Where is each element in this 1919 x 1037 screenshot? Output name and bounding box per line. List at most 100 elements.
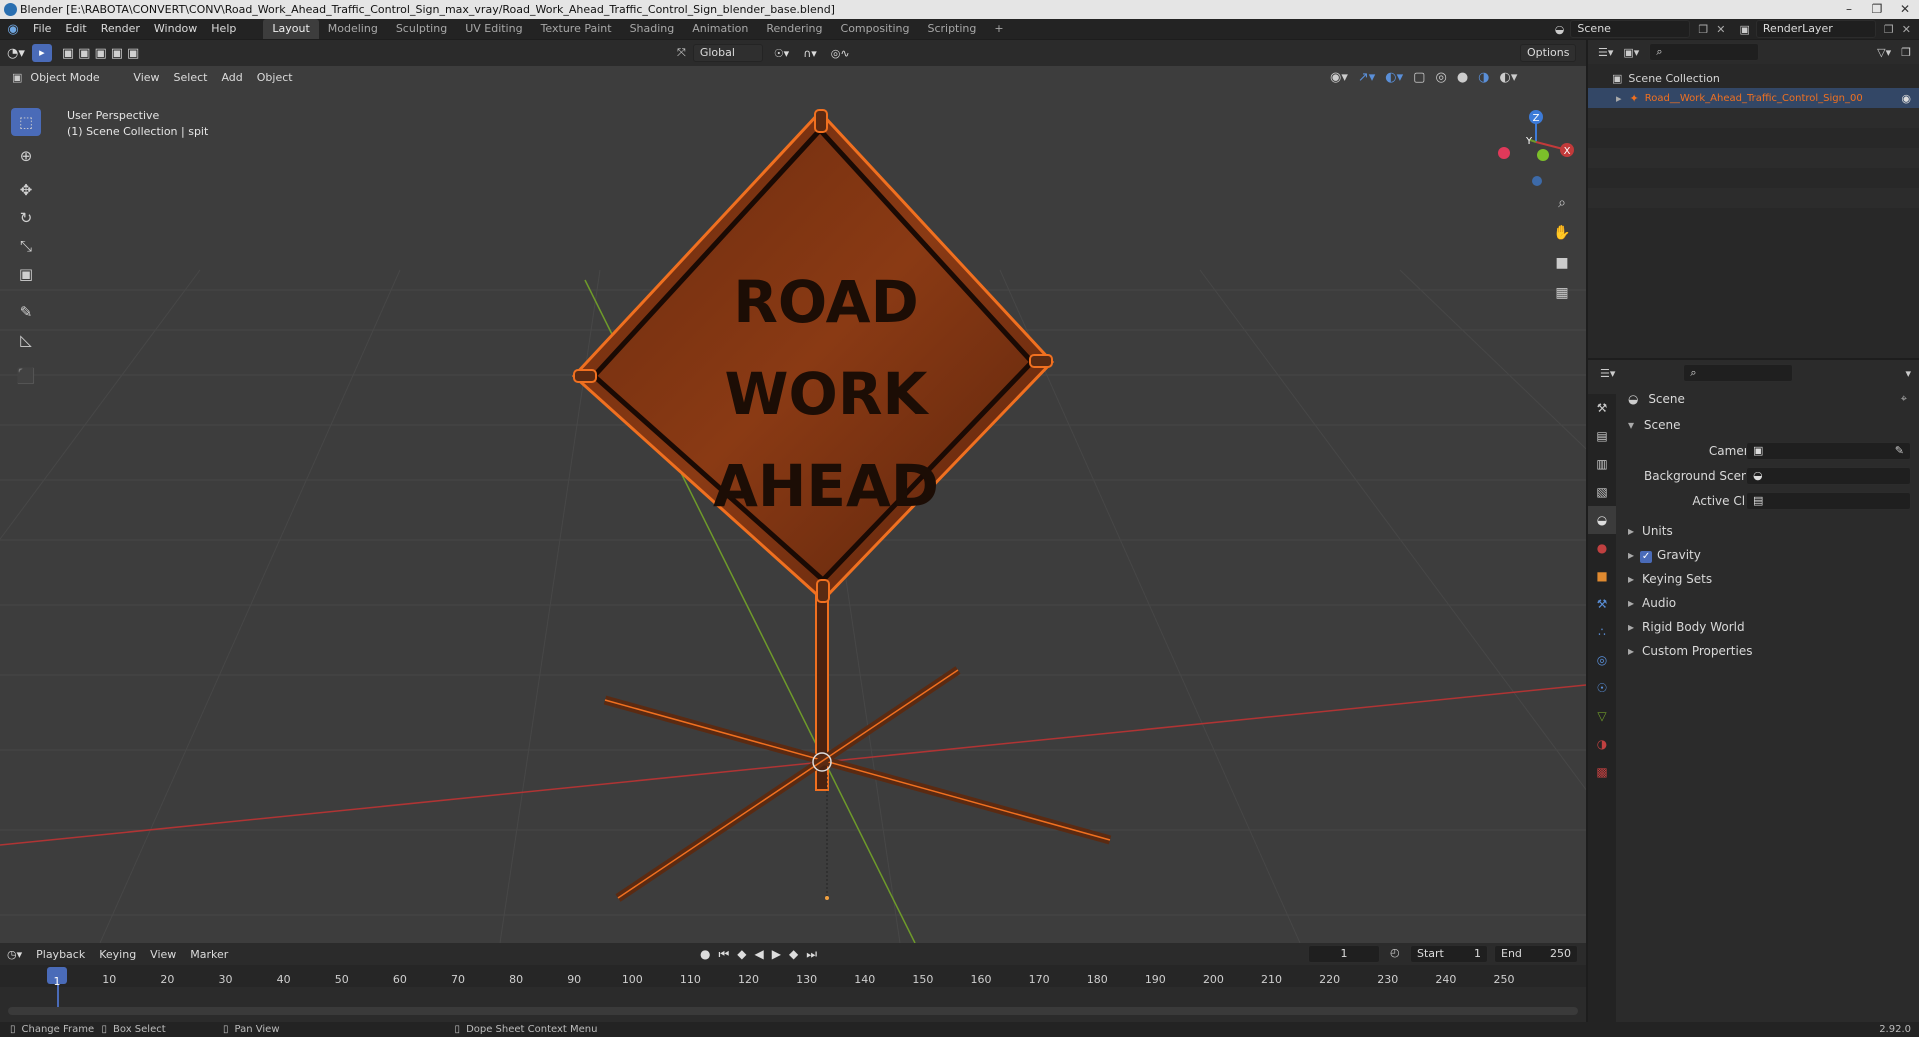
properties-editor-type-icon[interactable]: ☰▾	[1600, 367, 1615, 380]
audio-panel-header[interactable]: ▸ Audio	[1628, 592, 1676, 614]
orientation-icon[interactable]: ⤧	[670, 46, 693, 60]
camera-field[interactable]: ▣ ✎	[1746, 442, 1911, 460]
timer-icon[interactable]: ◴	[1390, 946, 1400, 959]
tool-tab-icon[interactable]: ⚒	[1588, 394, 1616, 422]
material-shading-icon[interactable]: ◑	[1478, 70, 1489, 85]
tab-layout[interactable]: Layout	[263, 19, 319, 39]
object-tab-icon[interactable]: ■	[1588, 562, 1616, 590]
background-scene-field[interactable]: ◒	[1746, 467, 1911, 485]
active-clip-field[interactable]: ▤	[1746, 492, 1911, 510]
editor-type-icon[interactable]: ◔▾	[0, 46, 32, 61]
solid-shading-icon[interactable]: ●	[1457, 70, 1468, 85]
maximize-button[interactable]: ❐	[1863, 0, 1891, 19]
outliner-editor-type-icon[interactable]: ☰▾	[1598, 46, 1613, 59]
overlay-toggle-icon[interactable]: ◐▾	[1385, 70, 1403, 85]
world-tab-icon[interactable]: ●	[1588, 534, 1616, 562]
object-mode-dropdown[interactable]: Object Mode	[26, 71, 126, 84]
menu-add[interactable]: Add	[214, 71, 249, 84]
proportional-edit-icon[interactable]: ◎∿	[824, 47, 857, 60]
delete-scene-icon[interactable]: ✕	[1716, 23, 1725, 36]
menu-marker[interactable]: Marker	[183, 948, 235, 961]
pan-hand-icon[interactable]: ✋	[1549, 220, 1575, 246]
physics-tab-icon[interactable]: ◎	[1588, 646, 1616, 674]
cursor-tool-icon[interactable]: ⊕	[11, 142, 41, 170]
tab-scripting[interactable]: Scripting	[918, 19, 985, 39]
renderlayer-icon[interactable]: ▣	[1740, 23, 1750, 36]
gravity-panel-header[interactable]: ▸ ✓ Gravity	[1628, 544, 1701, 566]
rotate-tool-icon[interactable]: ↻	[11, 204, 41, 232]
filter-icon[interactable]: ▽▾	[1877, 46, 1891, 59]
rigid-body-panel-header[interactable]: ▸ Rigid Body World	[1628, 616, 1745, 638]
record-icon[interactable]: ●	[700, 947, 710, 962]
annotate-tool-icon[interactable]: ✎	[11, 298, 41, 326]
end-frame-field[interactable]: End 250	[1494, 945, 1578, 963]
measure-tool-icon[interactable]: ◺	[11, 326, 41, 354]
navigation-gizmo[interactable]: Z Y X	[1498, 110, 1574, 186]
scene-field[interactable]: Scene	[1570, 20, 1691, 38]
close-button[interactable]: ✕	[1891, 0, 1919, 19]
snap-icon[interactable]: ∩▾	[796, 47, 824, 60]
constraints-tab-icon[interactable]: ☉	[1588, 674, 1616, 702]
custom-props-panel-header[interactable]: ▸ Custom Properties	[1628, 640, 1752, 662]
tab-uv-editing[interactable]: UV Editing	[456, 19, 531, 39]
tab-shading[interactable]: Shading	[621, 19, 684, 39]
visibility-icon[interactable]: ◉▾	[1330, 70, 1348, 85]
perspective-toggle-icon[interactable]: ▦	[1549, 280, 1575, 306]
menu-view[interactable]: View	[126, 71, 166, 84]
display-mode-icon[interactable]: ▣▾	[1623, 46, 1639, 59]
next-keyframe-icon[interactable]: ◆	[789, 947, 798, 962]
scene-tab-icon[interactable]: ◒	[1588, 506, 1616, 534]
options-dropdown[interactable]: Options	[1520, 44, 1577, 62]
xray-icon[interactable]: ▢	[1413, 70, 1425, 85]
add-cube-tool-icon[interactable]: ⬛	[11, 362, 41, 390]
transform-tool-icon[interactable]: ▣	[11, 260, 41, 288]
timeline-scrollbar[interactable]	[8, 1007, 1578, 1015]
blender-menu-icon[interactable]: ◉	[0, 22, 26, 37]
tab-modeling[interactable]: Modeling	[319, 19, 387, 39]
selection-mode-icons[interactable]: ▣▣▣▣▣	[62, 46, 143, 61]
outliner-row-object[interactable]: ▸ ✦ Road__Work_Ahead_Traffic_Control_Sig…	[1588, 88, 1919, 108]
minimize-button[interactable]: –	[1835, 0, 1863, 19]
particles-tab-icon[interactable]: ∴	[1588, 618, 1616, 646]
prev-keyframe-icon[interactable]: ◆	[737, 947, 746, 962]
current-frame-field[interactable]: 1	[1308, 945, 1380, 963]
pivot-point-icon[interactable]: ☉▾	[767, 47, 796, 60]
menu-keying[interactable]: Keying	[92, 948, 143, 961]
pin-icon[interactable]: ⌖	[1901, 392, 1907, 406]
visibility-eye-icon[interactable]: ◉	[1901, 92, 1911, 105]
keying-sets-panel-header[interactable]: ▸ Keying Sets	[1628, 568, 1712, 590]
frame-ruler[interactable]	[0, 965, 1586, 987]
scale-tool-icon[interactable]: ⤡	[11, 232, 41, 260]
rendered-shading-icon[interactable]: ◐▾	[1500, 70, 1518, 85]
scene-icon[interactable]: ◒	[1555, 23, 1565, 36]
view-layer-tab-icon[interactable]: ▧	[1588, 478, 1616, 506]
expand-arrow-icon[interactable]: ▸	[1616, 92, 1622, 105]
select-box-tool-icon[interactable]: ⬚	[11, 108, 41, 136]
jump-start-icon[interactable]: ⏮	[718, 947, 729, 962]
menu-render[interactable]: Render	[94, 19, 147, 39]
delete-renderlayer-icon[interactable]: ✕	[1902, 23, 1911, 36]
wireframe-shading-icon[interactable]: ◎	[1435, 70, 1446, 85]
start-frame-field[interactable]: Start 1	[1410, 945, 1488, 963]
menu-object[interactable]: Object	[250, 71, 300, 84]
play-reverse-icon[interactable]: ◀	[755, 947, 764, 962]
menu-edit[interactable]: Edit	[58, 19, 93, 39]
modifier-tab-icon[interactable]: ⚒	[1588, 590, 1616, 618]
properties-search-input[interactable]: ⌕	[1683, 364, 1794, 382]
timeline-editor-type-icon[interactable]: ◷▾	[0, 948, 29, 961]
output-tab-icon[interactable]: ▥	[1588, 450, 1616, 478]
new-collection-icon[interactable]: ❐	[1901, 46, 1911, 59]
outliner-search-input[interactable]: ⌕	[1649, 43, 1760, 61]
eyedropper-icon[interactable]: ✎	[1895, 443, 1904, 459]
tab-texture-paint[interactable]: Texture Paint	[532, 19, 621, 39]
zoom-icon[interactable]: ⌕	[1549, 190, 1575, 216]
gizmo-toggle-icon[interactable]: ↗▾	[1358, 70, 1375, 85]
gravity-checkbox[interactable]: ✓	[1640, 551, 1653, 563]
units-panel-header[interactable]: ▸ Units	[1628, 520, 1673, 542]
transform-orientation-dropdown[interactable]: Global	[692, 44, 763, 62]
outliner-row-scene-collection[interactable]: ▣ Scene Collection	[1588, 68, 1919, 88]
new-scene-icon[interactable]: ❐	[1698, 23, 1708, 36]
menu-help[interactable]: Help	[204, 19, 243, 39]
renderlayer-field[interactable]: RenderLayer	[1755, 20, 1876, 38]
tab-animation[interactable]: Animation	[683, 19, 757, 39]
